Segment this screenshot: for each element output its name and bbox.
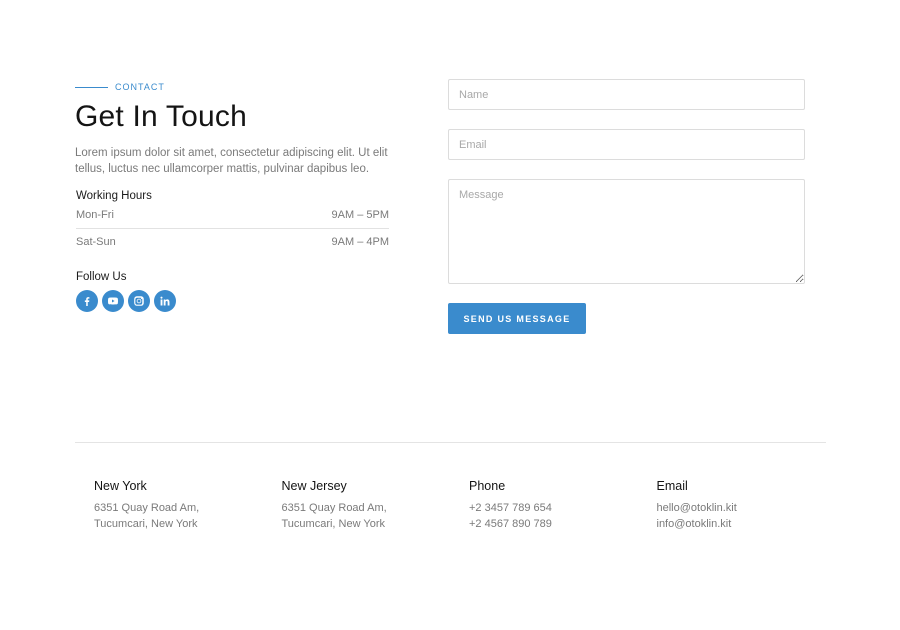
working-hours: Working Hours Mon-Fri 9AM – 5PM Sat-Sun … bbox=[75, 187, 389, 255]
follow-us-title: Follow Us bbox=[76, 271, 127, 283]
eyebrow: CONTACT bbox=[75, 80, 405, 94]
email-address[interactable]: hello@otoklin.kit bbox=[657, 500, 845, 516]
linkedin-icon[interactable] bbox=[154, 290, 176, 312]
footer-col-email: Email hello@otoklin.kit info@otoklin.kit bbox=[657, 478, 845, 532]
footer-col-new-jersey: New Jersey 6351 Quay Road Am, Tucumcari,… bbox=[282, 478, 470, 532]
hours-time: 9AM – 5PM bbox=[331, 209, 389, 221]
hours-time: 9AM – 4PM bbox=[331, 236, 389, 248]
contact-description: Lorem ipsum dolor sit amet, consectetur … bbox=[75, 147, 388, 175]
page-title: Get In Touch bbox=[75, 100, 247, 133]
contact-form: SEND US MESSAGE bbox=[448, 79, 805, 334]
hours-row-weekdays: Mon-Fri 9AM – 5PM bbox=[76, 205, 389, 229]
follow-us: Follow Us bbox=[75, 269, 405, 312]
hours-day: Sat-Sun bbox=[76, 236, 116, 248]
youtube-icon[interactable] bbox=[102, 290, 124, 312]
footer-col-title: New York bbox=[94, 479, 147, 493]
email-address[interactable]: info@otoklin.kit bbox=[657, 516, 845, 532]
hours-row-weekend: Sat-Sun 9AM – 4PM bbox=[76, 229, 389, 255]
footer-col-phone: Phone +2 3457 789 654 +2 4567 890 789 bbox=[469, 478, 657, 532]
footer-col-title: Email bbox=[656, 479, 688, 493]
contact-section: CONTACT Get In Touch Lorem ipsum dolor s… bbox=[75, 80, 405, 312]
footer-contacts: New York 6351 Quay Road Am, Tucumcari, N… bbox=[94, 478, 844, 532]
social-links bbox=[76, 290, 405, 312]
footer-col-line: Tucumcari, New York bbox=[94, 518, 198, 530]
name-input[interactable] bbox=[448, 79, 805, 110]
send-message-button[interactable]: SEND US MESSAGE bbox=[448, 303, 586, 334]
footer-col-line: 6351 Quay Road Am, bbox=[94, 502, 200, 514]
instagram-icon[interactable] bbox=[128, 290, 150, 312]
eyebrow-label: CONTACT bbox=[115, 82, 165, 92]
facebook-icon[interactable] bbox=[76, 290, 98, 312]
hours-day: Mon-Fri bbox=[76, 209, 114, 221]
footer-col-new-york: New York 6351 Quay Road Am, Tucumcari, N… bbox=[94, 478, 282, 532]
section-divider bbox=[75, 442, 826, 443]
eyebrow-line bbox=[75, 86, 108, 88]
message-textarea[interactable] bbox=[448, 179, 805, 284]
working-hours-title: Working Hours bbox=[76, 190, 152, 202]
footer-col-title: Phone bbox=[469, 479, 506, 493]
footer-col-title: New Jersey bbox=[281, 479, 347, 493]
phone-number[interactable]: +2 3457 789 654 bbox=[469, 500, 657, 516]
footer-col-line: 6351 Quay Road Am, bbox=[281, 502, 387, 514]
footer-col-line: Tucumcari, New York bbox=[281, 518, 386, 530]
email-input[interactable] bbox=[448, 129, 805, 160]
phone-number[interactable]: +2 4567 890 789 bbox=[469, 516, 657, 532]
